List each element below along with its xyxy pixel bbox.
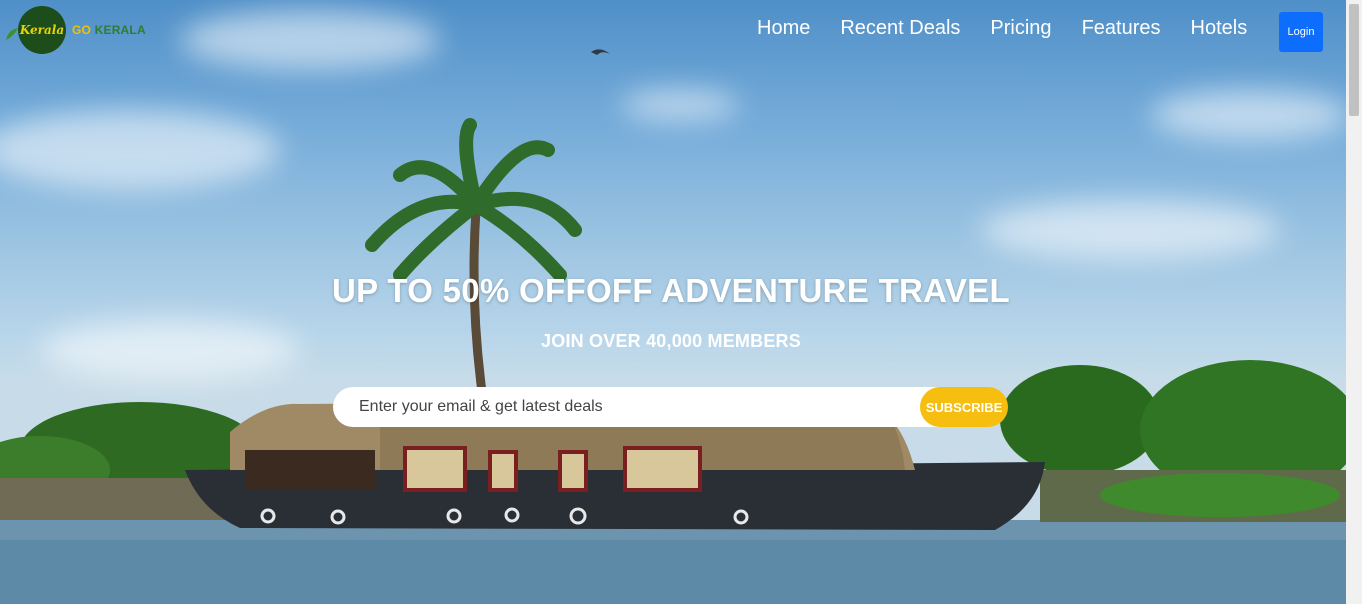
page-scrollbar[interactable] — [1346, 0, 1362, 604]
nav-pricing[interactable]: Pricing — [990, 16, 1051, 40]
hero-subtitle: JOIN OVER 40,000 MEMBERS — [541, 331, 801, 351]
hero-title: UP TO 50% OFFOFF ADVENTURE TRAVEL — [0, 272, 1342, 310]
hero-title-bold: UP TO 50% OFF — [332, 272, 586, 309]
nav-features[interactable]: Features — [1082, 16, 1161, 40]
nav-recent-deals[interactable]: Recent Deals — [840, 16, 960, 40]
hero-title-rest: OFF ADVENTURE TRAVEL — [585, 272, 1010, 309]
brand-go: GO — [72, 23, 92, 37]
brand-badge-text: Kerala — [19, 23, 65, 37]
nav-hotels[interactable]: Hotels — [1191, 16, 1248, 40]
bird-icon — [591, 49, 610, 55]
subscribe-form: SUBSCRIBE — [333, 387, 1009, 427]
brand-logo[interactable]: Kerala GO KERALA — [4, 6, 146, 54]
brand-badge: Kerala — [18, 6, 66, 54]
login-button[interactable]: Login — [1279, 12, 1323, 52]
brand-name: GO KERALA — [72, 23, 146, 37]
brand-kerala: KERALA — [94, 23, 146, 37]
scrollbar-thumb[interactable] — [1349, 4, 1359, 116]
nav-home[interactable]: Home — [757, 16, 810, 40]
leaf-icon — [6, 28, 18, 40]
email-input[interactable] — [333, 387, 973, 427]
main-nav: Home Recent Deals Pricing Features Hotel… — [742, 16, 1262, 40]
subscribe-button[interactable]: SUBSCRIBE — [920, 387, 1008, 427]
